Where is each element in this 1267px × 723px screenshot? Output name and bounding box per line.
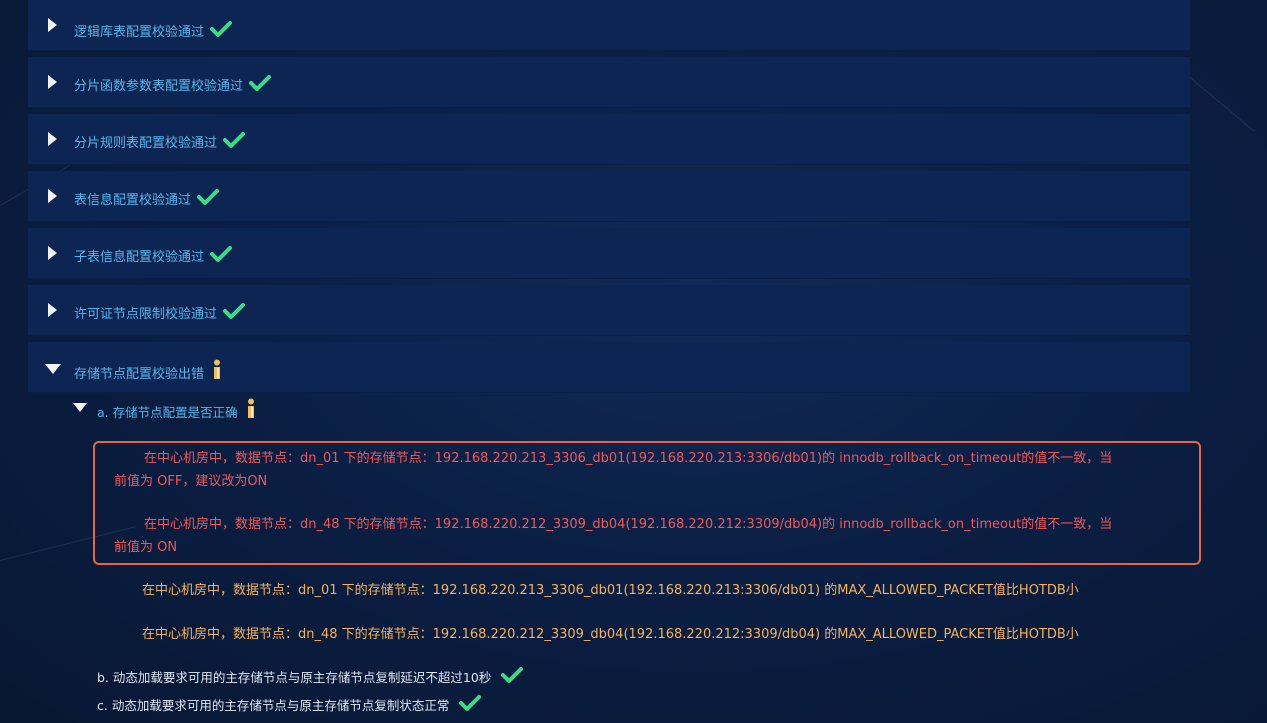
sub-item-label: b. 动态加载要求可用的主存储节点与原主存储节点复制延迟不超过10秒 [97, 670, 492, 685]
error-line: 前值为 ON [114, 540, 178, 555]
check-row-child-table[interactable]: 子表信息配置校验通过 [28, 228, 1190, 279]
check-row-license[interactable]: 许可证节点限制校验通过 [28, 285, 1190, 336]
info-icon [214, 359, 221, 379]
warning-message: 在中心机房中，数据节点：dn_01 下的存储节点：192.168.220.213… [142, 583, 1079, 598]
error-line: 在中心机房中，数据节点：dn_01 下的存储节点：192.168.220.213… [144, 451, 1113, 466]
check-icon [223, 303, 246, 319]
row-label: 逻辑库表配置校验通过 [74, 25, 205, 40]
sub-item-label: c. 动态加载要求可用的主存储节点与原主存储节点复制状态正常 [97, 698, 450, 713]
check-icon [223, 132, 246, 148]
check-row-shard-function[interactable]: 分片函数参数表配置校验通过 [28, 57, 1190, 108]
check-icon [249, 75, 272, 91]
row-label: 子表信息配置校验通过 [74, 250, 205, 265]
check-row-logic-db[interactable]: 逻辑库表配置校验通过 [28, 0, 1190, 51]
expand-caret-icon[interactable] [48, 18, 57, 32]
expand-caret-icon[interactable] [48, 303, 57, 317]
collapse-caret-icon[interactable] [45, 364, 61, 374]
row-label: 存储节点配置校验出错 [74, 367, 205, 382]
check-row-table-info[interactable]: 表信息配置校验通过 [28, 171, 1190, 222]
expand-caret-icon[interactable] [48, 246, 57, 260]
row-label: 表信息配置校验通过 [74, 193, 192, 208]
error-line: 前值为 OFF，建议改为ON [114, 474, 268, 489]
error-line: 在中心机房中，数据节点：dn_48 下的存储节点：192.168.220.212… [144, 517, 1113, 532]
expand-caret-icon[interactable] [48, 132, 57, 146]
expand-caret-icon[interactable] [48, 189, 57, 203]
sub-collapse-caret-icon[interactable] [73, 403, 87, 412]
info-icon [247, 398, 254, 418]
check-row-storage-node[interactable]: 存储节点配置校验出错 [28, 342, 1190, 393]
check-icon [459, 695, 482, 711]
sub-item-label: a. 存储节点配置是否正确 [97, 405, 238, 420]
check-icon [210, 21, 233, 37]
check-icon [210, 246, 233, 262]
expand-caret-icon[interactable] [48, 75, 57, 89]
sub-item-b[interactable]: b. 动态加载要求可用的主存储节点与原主存储节点复制延迟不超过10秒 [97, 666, 524, 686]
check-row-shard-rule[interactable]: 分片规则表配置校验通过 [28, 114, 1190, 165]
error-message: 在中心机房中，数据节点：dn_48 下的存储节点：192.168.220.212… [114, 513, 1112, 559]
row-label: 分片函数参数表配置校验通过 [74, 79, 244, 94]
check-icon [501, 667, 524, 683]
error-message: 在中心机房中，数据节点：dn_01 下的存储节点：192.168.220.213… [114, 447, 1112, 493]
check-icon [197, 189, 220, 205]
sub-item-a[interactable]: a. 存储节点配置是否正确 [97, 398, 257, 421]
row-label: 许可证节点限制校验通过 [74, 307, 218, 322]
sub-item-c[interactable]: c. 动态加载要求可用的主存储节点与原主存储节点复制状态正常 [97, 694, 482, 714]
row-label: 分片规则表配置校验通过 [74, 136, 218, 151]
warning-message: 在中心机房中，数据节点：dn_48 下的存储节点：192.168.220.212… [142, 627, 1079, 642]
